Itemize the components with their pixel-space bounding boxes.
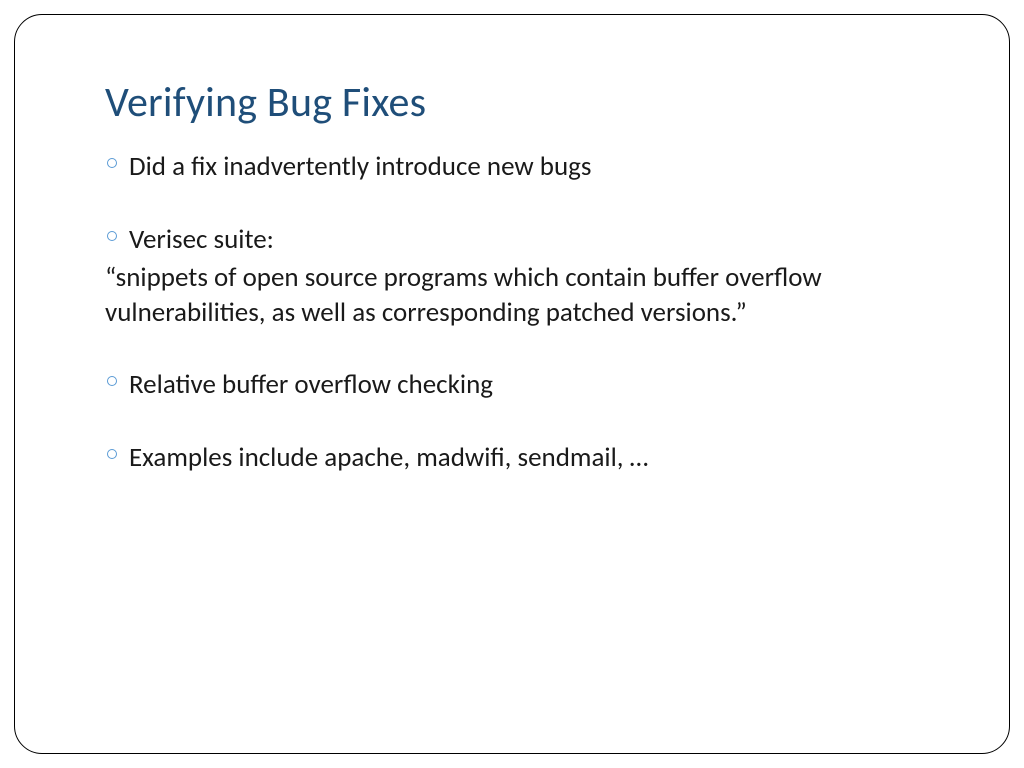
spacer bbox=[105, 334, 919, 368]
bullet-icon bbox=[105, 449, 129, 459]
bullet-item: Verisec suite: bbox=[105, 223, 919, 258]
bullet-item: Did a fix inadvertently introduce new bu… bbox=[105, 150, 919, 185]
bullet-icon bbox=[105, 158, 129, 168]
bullet-item: Examples include apache, madwifi, sendma… bbox=[105, 441, 919, 476]
bullet-icon bbox=[105, 376, 129, 386]
bullet-text: Did a fix inadvertently introduce new bu… bbox=[129, 150, 919, 185]
slide-title: Verifying Bug Fixes bbox=[105, 77, 919, 128]
spacer bbox=[105, 407, 919, 441]
bullet-icon bbox=[105, 231, 129, 241]
bullet-text: Examples include apache, madwifi, sendma… bbox=[129, 441, 919, 476]
bullet-text: Relative buffer overflow checking bbox=[129, 368, 919, 403]
bullet-item: Relative buffer overflow checking bbox=[105, 368, 919, 403]
slide-content: Did a fix inadvertently introduce new bu… bbox=[105, 150, 919, 475]
slide-frame: Verifying Bug Fixes Did a fix inadverten… bbox=[14, 14, 1010, 754]
paragraph-text: “snippets of open source programs which … bbox=[105, 261, 919, 330]
spacer bbox=[105, 189, 919, 223]
bullet-text: Verisec suite: bbox=[129, 223, 919, 258]
